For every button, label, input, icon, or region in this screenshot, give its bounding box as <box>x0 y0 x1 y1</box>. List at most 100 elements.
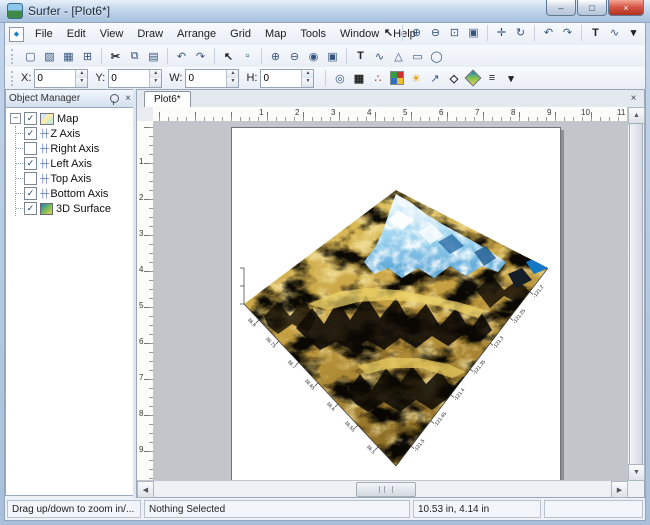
rectangle-tool-icon[interactable]: ▭ <box>409 48 426 65</box>
maximize-button[interactable]: □ <box>577 0 607 16</box>
menu-tools[interactable]: Tools <box>293 25 333 43</box>
paste-icon[interactable]: ▤ <box>145 48 162 65</box>
map-3d-surface[interactable]: 36.8 36.75 36.7 36.65 36.6 36.55 36.5 -1… <box>238 180 554 472</box>
pin-icon[interactable] <box>110 94 119 103</box>
w-spinner[interactable]: ▲▼ <box>226 70 238 87</box>
zoom-out-icon[interactable]: ⊖ <box>427 24 444 41</box>
z-axis-checkbox[interactable]: ✓ <box>24 127 37 140</box>
ellipse-tool-icon[interactable]: ◯ <box>428 48 445 65</box>
undo-icon[interactable]: ↶ <box>540 24 557 41</box>
vertical-scroll-thumb[interactable] <box>629 123 643 465</box>
select-arrow-icon[interactable]: ↖ <box>380 24 397 41</box>
minimize-button[interactable]: – <box>546 0 576 16</box>
h-input[interactable] <box>261 70 301 87</box>
tree-item-label[interactable]: Map <box>57 113 78 125</box>
scroll-down-button[interactable]: ▼ <box>628 464 645 481</box>
map-checkbox[interactable]: ✓ <box>24 112 37 125</box>
horizontal-ruler: 1 2 3 4 5 6 7 8 9 10 11 <box>153 107 628 122</box>
tree-item-top-axis[interactable]: ✓ ┼┼ Top Axis <box>16 171 134 186</box>
menu-draw[interactable]: Draw <box>130 25 170 43</box>
contour-map-icon[interactable]: ◎ <box>331 70 348 87</box>
zoom-out-icon[interactable]: ⊖ <box>286 48 303 65</box>
print-icon[interactable]: ⊞ <box>79 48 96 65</box>
block-select-icon[interactable]: ▫ <box>239 48 256 65</box>
base-map-icon[interactable]: ▦ <box>350 70 367 87</box>
zoom-in-icon[interactable]: ⊕ <box>408 24 425 41</box>
left-axis-checkbox[interactable]: ✓ <box>24 157 37 170</box>
tree-item-label[interactable]: Left Axis <box>50 158 92 170</box>
tree-item-z-axis[interactable]: ✓ ┼┼ Z Axis <box>16 126 134 141</box>
menu-map[interactable]: Map <box>258 25 293 43</box>
copy-icon[interactable]: ⧉ <box>126 48 143 65</box>
map-options-dropdown-icon[interactable]: ▾ <box>502 70 519 87</box>
close-button[interactable]: × <box>608 0 644 16</box>
scroll-up-button[interactable]: ▲ <box>628 107 645 124</box>
zoom-in-icon[interactable]: ⊕ <box>267 48 284 65</box>
polygon-tool-icon[interactable]: △ <box>390 48 407 65</box>
grid-list-icon[interactable]: ≡ <box>483 70 500 87</box>
tree-item-label[interactable]: Bottom Axis <box>50 188 108 200</box>
tree-item-map[interactable]: – ✓ Map <box>10 111 134 126</box>
wireframe-map-icon[interactable]: ◇ <box>445 70 462 87</box>
scroll-right-button[interactable]: ▶ <box>611 481 628 498</box>
select-arrow-icon[interactable]: ↖ <box>220 48 237 65</box>
image-map-icon[interactable] <box>388 70 405 87</box>
tree-item-right-axis[interactable]: ✓ ┼┼ Right Axis <box>16 141 134 156</box>
menu-edit[interactable]: Edit <box>60 25 93 43</box>
polyline-tool-icon[interactable]: ∿ <box>371 48 388 65</box>
zoom-realtime-icon[interactable]: ◉ <box>305 48 322 65</box>
redo-icon[interactable]: ↷ <box>192 48 209 65</box>
surface-checkbox[interactable]: ✓ <box>24 202 37 215</box>
cut-icon[interactable]: ✂ <box>107 48 124 65</box>
x-input[interactable] <box>35 70 75 87</box>
menu-arrange[interactable]: Arrange <box>170 25 223 43</box>
panel-close-icon[interactable]: × <box>125 94 131 104</box>
save-icon[interactable]: ▦ <box>60 48 77 65</box>
menu-view[interactable]: View <box>93 25 131 43</box>
tree-item-3d-surface[interactable]: ✓ 3D Surface <box>16 201 134 216</box>
redraw-icon[interactable]: ↻ <box>512 24 529 41</box>
zoom-page-icon[interactable]: ▣ <box>324 48 341 65</box>
post-map-icon[interactable]: ∴ <box>369 70 386 87</box>
tree-item-left-axis[interactable]: ✓ ┼┼ Left Axis <box>16 156 134 171</box>
tab-close-icon[interactable]: × <box>627 92 640 105</box>
toolbar-options-dropdown-icon[interactable]: ▾ <box>625 24 642 41</box>
zoom-rect-icon[interactable]: ⊡ <box>446 24 463 41</box>
redo-icon[interactable]: ↷ <box>559 24 576 41</box>
text-tool-icon[interactable]: T <box>352 48 369 65</box>
open-icon[interactable]: ▧ <box>41 48 58 65</box>
right-axis-checkbox[interactable]: ✓ <box>24 142 37 155</box>
bottom-axis-checkbox[interactable]: ✓ <box>24 187 37 200</box>
tree-item-label[interactable]: Top Axis <box>50 173 91 185</box>
undo-icon[interactable]: ↶ <box>173 48 190 65</box>
shaded-relief-map-icon[interactable]: ☀ <box>407 70 424 87</box>
x-spinner[interactable]: ▲▼ <box>75 70 87 87</box>
tree-item-label[interactable]: 3D Surface <box>56 203 111 215</box>
horizontal-scrollbar[interactable]: ◀ ▶ <box>137 480 628 497</box>
menu-file[interactable]: File <box>28 25 60 43</box>
menu-grid[interactable]: Grid <box>223 25 258 43</box>
vector-map-icon[interactable]: ↗ <box>426 70 443 87</box>
new-icon[interactable]: ▢ <box>22 48 39 65</box>
tree-item-label[interactable]: Right Axis <box>50 143 99 155</box>
tab-plot6[interactable]: Plot6* <box>144 91 191 107</box>
zoom-full-icon[interactable]: ▣ <box>465 24 482 41</box>
drawing-canvas[interactable]: 36.8 36.75 36.7 36.65 36.6 36.55 36.5 -1… <box>153 121 628 481</box>
horizontal-scroll-thumb[interactable] <box>356 482 416 497</box>
h-spinner[interactable]: ▲▼ <box>301 70 313 87</box>
scroll-left-button[interactable]: ◀ <box>137 481 154 498</box>
y-input[interactable] <box>109 70 149 87</box>
toolbar-grip[interactable] <box>11 49 17 64</box>
y-spinner[interactable]: ▲▼ <box>149 70 161 87</box>
surface-map-icon[interactable] <box>464 70 481 87</box>
w-input[interactable] <box>186 70 226 87</box>
tree-item-label[interactable]: Z Axis <box>50 128 80 140</box>
collapse-icon[interactable]: – <box>10 113 21 124</box>
tree-item-bottom-axis[interactable]: ✓ ┼┼ Bottom Axis <box>16 186 134 201</box>
spline-tool-icon[interactable]: ∿ <box>606 24 623 41</box>
vertical-scrollbar[interactable]: ▲ ▼ <box>627 107 644 481</box>
text-tool-icon[interactable]: T <box>587 24 604 41</box>
top-axis-checkbox[interactable]: ✓ <box>24 172 37 185</box>
toolbar-grip[interactable] <box>11 71 17 86</box>
pan-icon[interactable]: ✛ <box>493 24 510 41</box>
